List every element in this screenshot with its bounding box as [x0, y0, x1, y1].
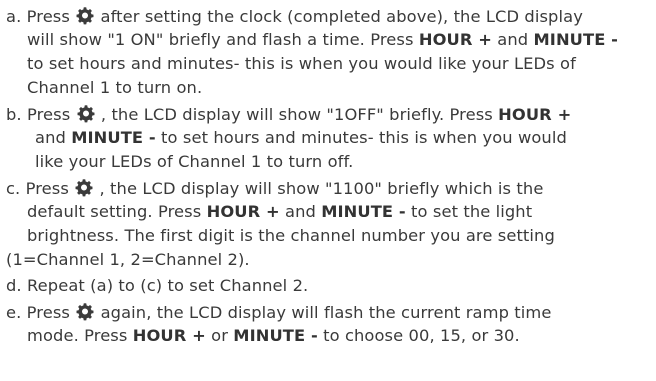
minute-minus-label: MINUTE - [233, 326, 318, 345]
instruction-text: to set hours and minutes- this is when y… [155, 128, 567, 147]
minute-minus-label: MINUTE - [533, 30, 619, 49]
instruction-c-line-1: c. Press , the LCD display will show "11… [6, 178, 543, 199]
instruction-text: to set hours and minutes- this is when y… [27, 54, 576, 73]
instruction-text: like your LEDs of Channel 1 to turn off. [35, 152, 354, 171]
gear-icon [75, 6, 95, 25]
instruction-text: a. Press [6, 7, 76, 26]
hour-plus-label: HOUR + [132, 326, 206, 345]
instruction-e-line-1: e. Press again, the LCD display will fla… [6, 302, 551, 323]
instruction-text: or [205, 326, 234, 345]
gear-icon [75, 302, 95, 321]
instruction-text: b. Press [6, 105, 76, 124]
hour-plus-label: HOUR + [418, 30, 492, 49]
instruction-c-line-2: default setting. Press HOUR + and MINUTE… [27, 202, 532, 222]
instruction-text: to set the light [405, 202, 533, 221]
instruction-a-line-2: will show "1 ON" briefly and flash a tim… [27, 30, 618, 50]
instruction-b-line-1: b. Press , the LCD display will show "1O… [6, 104, 571, 125]
gear-icon [74, 178, 94, 197]
instruction-text: , the LCD display will show "1OFF" brief… [95, 105, 499, 124]
instruction-text: d. Repeat (a) to (c) to set Channel 2. [6, 276, 309, 295]
minute-minus-label: MINUTE - [321, 202, 406, 221]
instruction-b-line-3: like your LEDs of Channel 1 to turn off. [35, 152, 353, 172]
hour-plus-label: HOUR + [206, 202, 280, 221]
instructions-document: a. Press after setting the clock (comple… [0, 0, 656, 381]
instruction-c-line-4: (1=Channel 1, 2=Channel 2). [6, 250, 250, 270]
instruction-c-line-3: brightness. The first digit is the chann… [27, 226, 555, 246]
instruction-text: c. Press [6, 179, 75, 198]
instruction-a-line-1: a. Press after setting the clock (comple… [6, 6, 583, 27]
instruction-text: e. Press [6, 303, 76, 322]
instruction-e-line-2: mode. Press HOUR + or MINUTE - to choose… [27, 326, 520, 346]
instruction-text: default setting. Press [27, 202, 207, 221]
instruction-text: and [279, 202, 322, 221]
instruction-text: and [492, 30, 534, 49]
instruction-a-line-3: to set hours and minutes- this is when y… [27, 54, 576, 74]
gear-icon [76, 104, 96, 123]
instruction-text: (1=Channel 1, 2=Channel 2). [6, 250, 250, 269]
instruction-text: to choose 00, 15, or 30. [317, 326, 520, 345]
instruction-text: , the LCD display will show "1100" brief… [94, 179, 544, 198]
instruction-a-line-4: Channel 1 to turn on. [27, 78, 202, 98]
instruction-text: Channel 1 to turn on. [27, 78, 203, 97]
instruction-text: and [35, 128, 72, 147]
hour-plus-label: HOUR + [498, 105, 572, 124]
instruction-text: will show "1 ON" briefly and flash a tim… [27, 30, 419, 49]
minute-minus-label: MINUTE - [71, 128, 156, 147]
instruction-text: mode. Press [27, 326, 133, 345]
instruction-b-line-2: and MINUTE - to set hours and minutes- t… [35, 128, 567, 148]
instruction-text: brightness. The first digit is the chann… [27, 226, 555, 245]
instruction-text: again, the LCD display will flash the cu… [95, 303, 552, 322]
instruction-d-line-1: d. Repeat (a) to (c) to set Channel 2. [6, 276, 308, 296]
instruction-text: after setting the clock (completed above… [95, 7, 583, 26]
